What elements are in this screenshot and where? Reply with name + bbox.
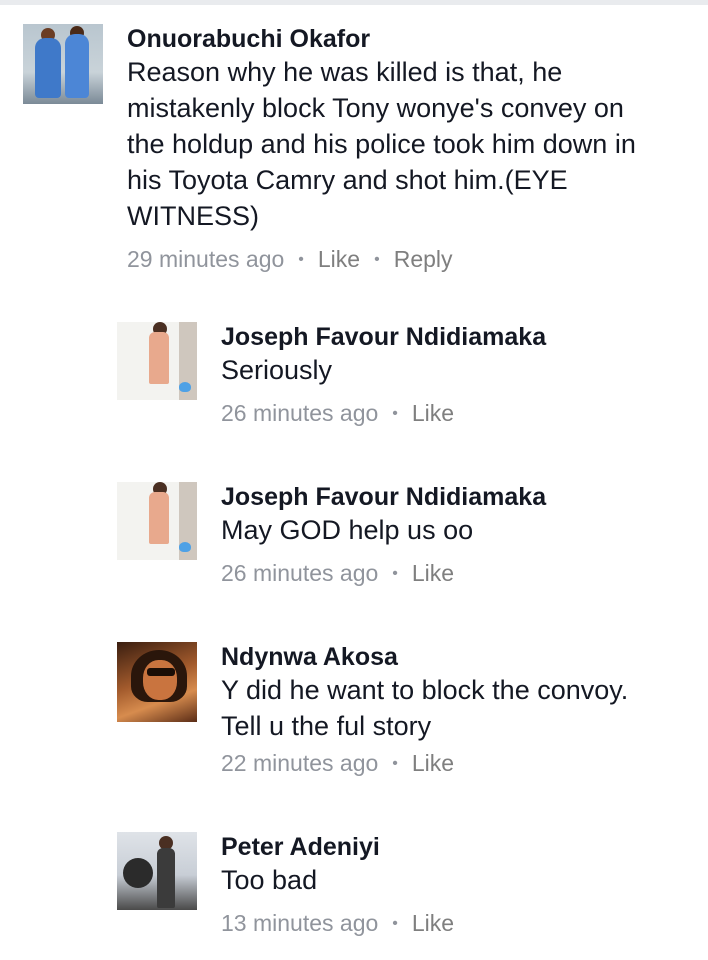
- separator-dot: •: [392, 565, 398, 582]
- comment-timestamp[interactable]: 26 minutes ago: [221, 400, 378, 426]
- like-link[interactable]: Like: [412, 750, 454, 776]
- heart-icon: [179, 542, 191, 552]
- comment-text: Too bad: [221, 865, 318, 895]
- comment-meta: 22 minutes ago • Like: [221, 748, 628, 779]
- separator-dot: •: [298, 251, 304, 268]
- comment-author[interactable]: Joseph Favour Ndidiamaka: [221, 482, 546, 512]
- comment-text: Seriously: [221, 355, 333, 385]
- separator-dot: •: [392, 755, 398, 772]
- comment-author[interactable]: Peter Adeniyi: [221, 832, 454, 862]
- comment-meta: 13 minutes ago • Like: [221, 908, 454, 939]
- comment-item: Onuorabuchi Okafor Reason why he was kil…: [23, 24, 636, 275]
- like-link[interactable]: Like: [318, 246, 360, 272]
- comment-item: Joseph Favour Ndidiamaka Seriously 26 mi…: [117, 322, 546, 429]
- like-link[interactable]: Like: [412, 910, 454, 936]
- comment-meta: 26 minutes ago • Like: [221, 398, 546, 429]
- comment-author[interactable]: Onuorabuchi Okafor: [127, 24, 636, 54]
- comment-timestamp[interactable]: 26 minutes ago: [221, 560, 378, 586]
- comment-text: May GOD help us oo: [221, 515, 474, 545]
- comment-timestamp[interactable]: 13 minutes ago: [221, 910, 378, 936]
- comment-text: Reason why he was killed is that, he mis…: [127, 57, 636, 231]
- comment-author[interactable]: Joseph Favour Ndidiamaka: [221, 322, 546, 352]
- comment-item: Ndynwa Akosa Y did he want to block the …: [117, 642, 628, 779]
- heart-icon: [179, 382, 191, 392]
- like-link[interactable]: Like: [412, 560, 454, 586]
- comment-timestamp[interactable]: 29 minutes ago: [127, 246, 284, 272]
- comment-text: Y did he want to block the convoy. Tell …: [221, 675, 629, 741]
- reply-link[interactable]: Reply: [394, 246, 453, 272]
- avatar[interactable]: [117, 482, 197, 560]
- comment-meta: 26 minutes ago • Like: [221, 558, 546, 589]
- avatar[interactable]: [117, 832, 197, 910]
- avatar[interactable]: [23, 24, 103, 104]
- avatar[interactable]: [117, 322, 197, 400]
- comment-item: Peter Adeniyi Too bad 13 minutes ago • Lik…: [117, 832, 454, 939]
- comment-timestamp[interactable]: 22 minutes ago: [221, 750, 378, 776]
- comment-item: Joseph Favour Ndidiamaka May GOD help us…: [117, 482, 546, 589]
- top-divider: [0, 0, 708, 5]
- avatar[interactable]: [117, 642, 197, 722]
- separator-dot: •: [392, 405, 398, 422]
- comment-author[interactable]: Ndynwa Akosa: [221, 642, 628, 672]
- like-link[interactable]: Like: [412, 400, 454, 426]
- separator-dot: •: [392, 915, 398, 932]
- separator-dot: •: [374, 251, 380, 268]
- comment-meta: 29 minutes ago • Like • Reply: [127, 244, 636, 275]
